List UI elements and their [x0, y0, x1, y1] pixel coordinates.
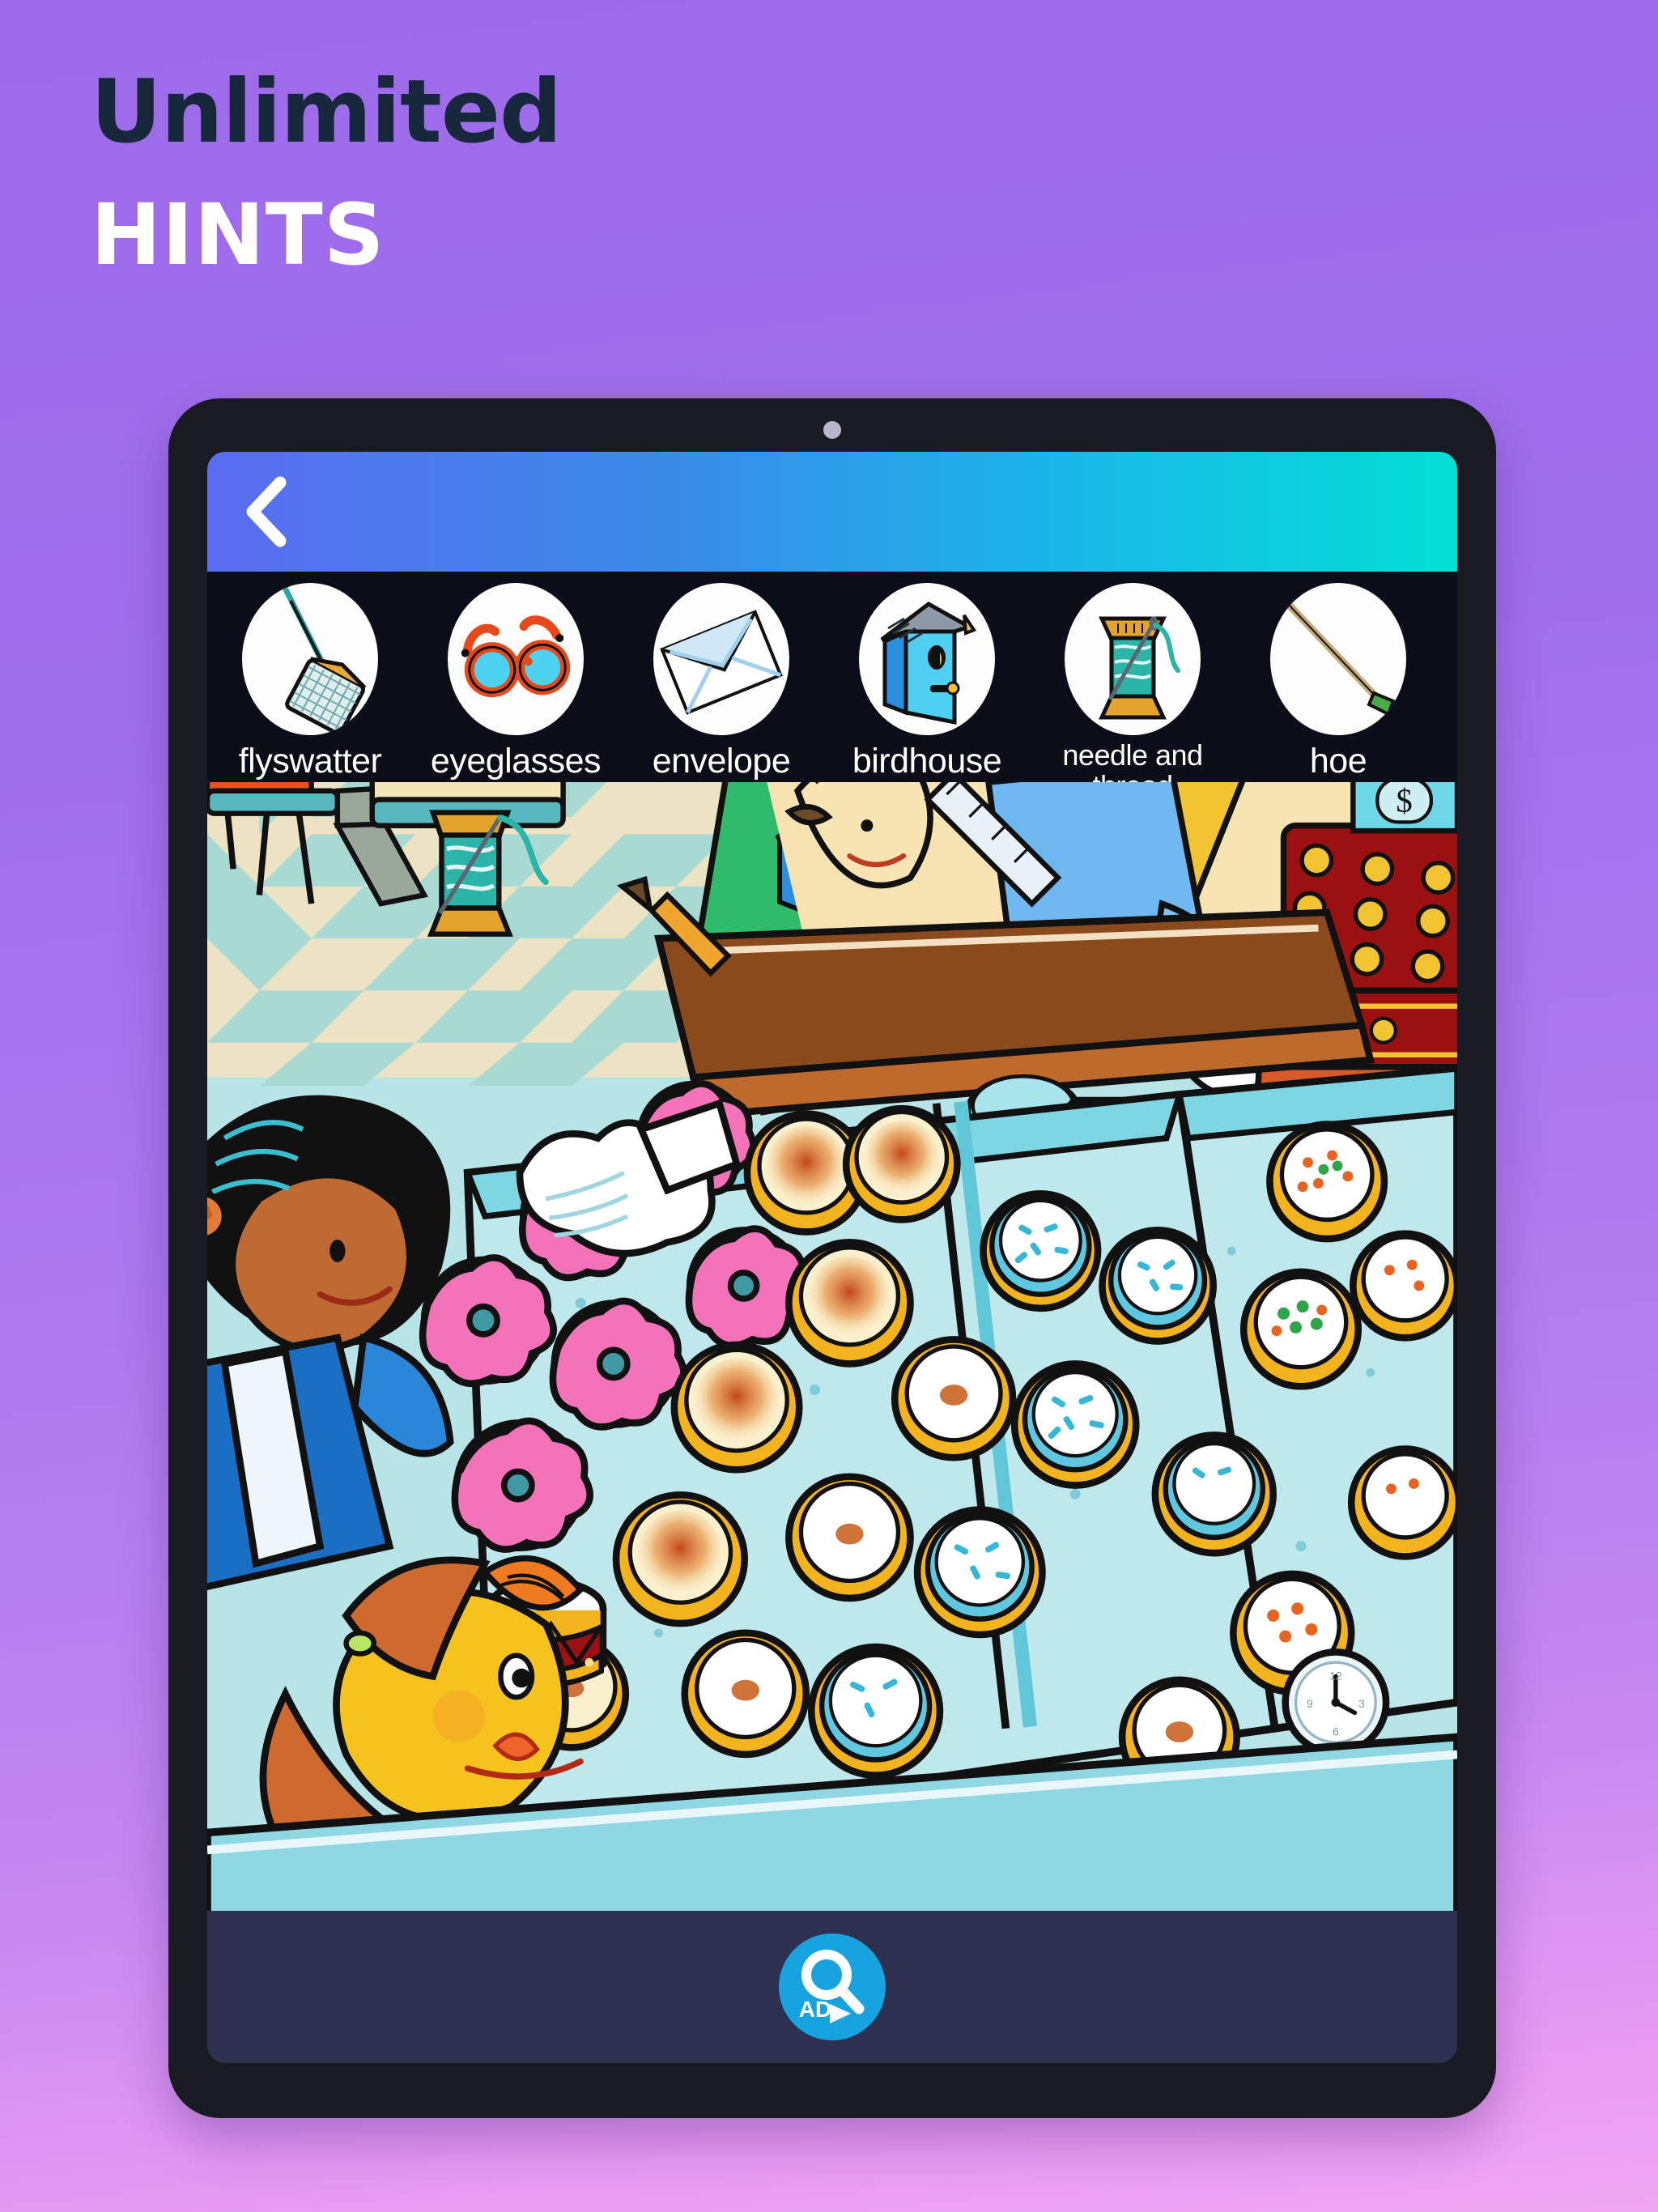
svg-text:12: 12	[1329, 1670, 1342, 1682]
hint-item-envelope[interactable]: envelope	[619, 572, 824, 781]
chevron-left-icon	[246, 476, 287, 547]
hint-ad-button[interactable]: AD	[779, 1933, 886, 2040]
hint-label: needle and thread	[1062, 738, 1203, 782]
hint-label: eyeglasses	[430, 742, 602, 781]
tablet-device: flyswatter eyeglasses envelope birdhouse…	[168, 398, 1496, 2118]
svg-text:$: $	[1396, 783, 1412, 819]
svg-text:3: 3	[1358, 1697, 1365, 1710]
app-bottom-bar: AD	[207, 1911, 1457, 2063]
tablet-screen: flyswatter eyeglasses envelope birdhouse…	[207, 452, 1457, 2063]
hint-item-needle-and-thread[interactable]: needle and thread	[1030, 572, 1235, 782]
needle-and-thread-icon	[1065, 583, 1201, 735]
envelope-icon	[653, 583, 789, 735]
hint-item-birdhouse[interactable]: birdhouse	[824, 572, 1030, 781]
hint-label: birdhouse	[852, 742, 1002, 781]
hint-item-strip[interactable]: flyswatter eyeglasses envelope birdhouse…	[207, 572, 1457, 782]
hint-item-flyswatter[interactable]: flyswatter	[207, 572, 413, 781]
app-top-bar	[207, 452, 1457, 572]
hint-item-hoe[interactable]: hoe	[1235, 572, 1441, 781]
birdhouse-icon	[859, 583, 995, 735]
promo-heading: Unlimited HINTS	[91, 62, 981, 285]
back-button[interactable]	[228, 474, 303, 549]
promo-line-2: HINTS	[91, 185, 385, 285]
front-camera-icon	[823, 421, 841, 439]
magnifier-icon: AD	[799, 1950, 865, 2023]
hoe-icon	[1270, 583, 1406, 735]
hint-item-eyeglasses[interactable]: eyeglasses	[413, 572, 619, 781]
flyswatter-icon	[242, 583, 378, 735]
play-triangle-icon	[830, 2004, 851, 2023]
eyeglasses-icon	[448, 583, 584, 735]
svg-text:6: 6	[1333, 1725, 1339, 1738]
ad-label: AD	[799, 1997, 831, 2022]
promo-line-1: Unlimited	[91, 62, 562, 163]
hint-label: flyswatter	[238, 742, 382, 781]
scene-artwork: $ 12369	[207, 782, 1457, 1911]
hint-label: envelope	[652, 742, 791, 781]
hint-label: hoe	[1309, 742, 1367, 781]
hidden-object-scene[interactable]: $ 12 3 6 9	[207, 782, 1457, 1911]
svg-text:9: 9	[1307, 1697, 1313, 1710]
